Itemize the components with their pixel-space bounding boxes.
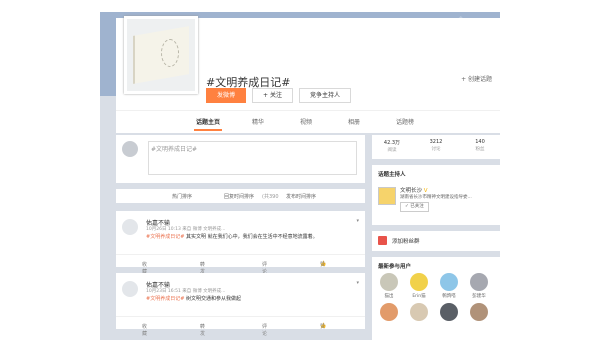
sort-bar: 热门排序 回复时间排序 (共390 发布时间排序 (116, 189, 365, 203)
follow-button[interactable]: + 关注 (252, 88, 293, 103)
stats-card: 42.3万 阅读 3212 讨论 140 粉丝 (372, 135, 500, 159)
topic-header: #文明养成日记# + 创建话题 发微博 + 关注 竞争主持人 (116, 16, 500, 110)
hashtag-link[interactable]: #文明养成日记# (146, 234, 184, 240)
header-button-row: 发微博 + 关注 竞争主持人 (206, 88, 351, 103)
feed-post: 佑嘉不输 10月26日 10:13 来自 微博 文明养成... #文明养成日记#… (116, 211, 365, 275)
fan-group-icon (378, 236, 387, 245)
avatar[interactable] (470, 303, 488, 321)
avatar[interactable] (440, 303, 458, 321)
host-followed-button[interactable]: ✓ 已关注 (400, 202, 429, 212)
host-name[interactable]: 文明长沙 V (400, 186, 428, 194)
post-body: 树文明交通和参从我做起 (184, 296, 241, 302)
recent-users-card: 最新参与用户 猫出 Erin猫 鹌鹑嗒 彭建华 (372, 257, 500, 340)
avatar[interactable] (410, 303, 428, 321)
avatar[interactable] (380, 273, 398, 291)
post-text: #文明养成日记# 树文明交通和参从我做起 (146, 295, 241, 302)
hashtag-link[interactable]: #文明养成日记# (146, 296, 184, 302)
chevron-down-icon[interactable]: ▾ (356, 280, 359, 286)
host-section-title: 话题主持人 (378, 172, 406, 178)
sketch-illustration (161, 39, 179, 67)
tab-highlights[interactable]: 精华 (252, 117, 264, 126)
host-card: 话题主持人 文明长沙 V 湖南省长沙市精神文明建设指导委... ✓ 已关注 (372, 165, 500, 225)
join-group-card[interactable]: 添加粉丝群 (372, 231, 500, 251)
post-meta: 10月26日 10:13 来自 微博 文明养成... (146, 227, 226, 232)
user-name[interactable]: Erin猫 (407, 293, 431, 299)
avatar[interactable] (122, 219, 138, 235)
weibo-topic-page: ✦ ❖ ✧ ◆ #文明养成日记# + 创建话题 发微博 + 关注 竞争主持人 话… (100, 12, 500, 340)
user-name[interactable]: 彭建华 (467, 293, 491, 299)
recent-users-title: 最新参与用户 (378, 264, 412, 270)
screenshot: ✦ ❖ ✧ ◆ #文明养成日记# + 创建话题 发微博 + 关注 竞争主持人 话… (0, 0, 600, 340)
tab-topic-home[interactable]: 话题主页 (193, 117, 223, 131)
post-actions: ☆ 收藏 ⇄ 转发 ▭ 评论 👍 赞 (116, 254, 365, 275)
discussion-count: 3212 讨论 (429, 139, 443, 152)
sort-publish-time[interactable]: 发布时间排序 (286, 193, 316, 200)
sort-reply-time[interactable]: 回复时间排序 (224, 193, 254, 200)
tab-albums[interactable]: 相册 (348, 117, 360, 126)
post-text: #文明养成日记# 其实文明 就在我们心中，我们会在生活中不经意地流露着。 (146, 233, 318, 240)
host-avatar[interactable] (378, 187, 396, 205)
avatar[interactable] (122, 281, 138, 297)
topic-tabs: 话题主页 精华 视频 相册 话题榜 (116, 110, 500, 133)
main-column: #文明养成日记# 热门排序 回复时间排序 (共390 发布时间排序 佑嘉不输 1… (116, 135, 365, 340)
avatar[interactable] (440, 273, 458, 291)
join-group-label: 添加粉丝群 (392, 239, 420, 245)
host-description: 湖南省长沙市精神文明建设指导委... (400, 195, 472, 200)
post-meta: 10月23日 16:51 来自 微博 文明养成... (146, 289, 226, 294)
create-topic-link[interactable]: + 创建话题 (461, 74, 492, 83)
post-count: (共390 (262, 194, 279, 200)
composer-input[interactable]: #文明养成日记# (148, 141, 357, 175)
sort-hot[interactable]: 热门排序 (172, 193, 192, 200)
avatar[interactable] (380, 303, 398, 321)
user-name[interactable]: 鹌鹑嗒 (437, 293, 461, 299)
user-name[interactable]: 猫出 (377, 293, 401, 299)
fan-count: 140 粉丝 (475, 139, 485, 152)
post-weibo-button[interactable]: 发微博 (206, 88, 247, 103)
post-actions: ☆ 收藏 ⇄ 转发 ▭ 评论 👍 赞 (116, 316, 365, 337)
topic-cover-image (124, 16, 198, 94)
tab-topic-ranking[interactable]: 话题榜 (396, 117, 414, 126)
composer: #文明养成日记# (116, 135, 365, 183)
chevron-down-icon[interactable]: ▾ (356, 218, 359, 224)
avatar (122, 141, 138, 157)
tab-videos[interactable]: 视频 (300, 117, 312, 126)
avatar[interactable] (470, 273, 488, 291)
feed-post: 佑嘉不输 10月23日 16:51 来自 微博 文明养成... #文明养成日记#… (116, 273, 365, 337)
compete-host-button[interactable]: 竞争主持人 (298, 88, 351, 103)
post-body: 其实文明 就在我们心中，我们会在生活中不经意地流露着。 (184, 234, 318, 240)
read-count: 42.3万 阅读 (383, 140, 401, 153)
avatar[interactable] (410, 273, 428, 291)
